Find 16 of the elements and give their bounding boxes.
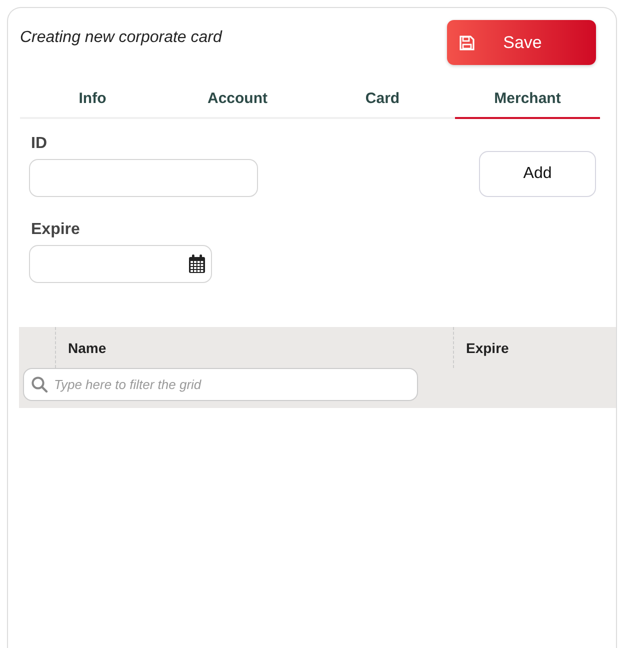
save-button[interactable]: Save [447,20,596,65]
field-label: ID [31,135,47,153]
calendar-icon[interactable] [188,254,206,274]
field-label: Expire [31,221,80,239]
tab[interactable]: Account [165,80,310,119]
id-field[interactable] [29,159,258,197]
search-icon [31,376,48,393]
tab[interactable]: Info [20,80,165,119]
add-button[interactable]: Add [479,151,596,197]
column-header[interactable]: Name [68,340,106,356]
column-header[interactable]: Expire [466,340,509,356]
page-title: Creating new corporate card [20,29,222,47]
tab[interactable]: Merchant [455,80,600,119]
tab[interactable]: Card [310,80,455,119]
date-field[interactable] [29,245,212,283]
filter-field[interactable]: Type here to filter the grid [23,368,418,401]
